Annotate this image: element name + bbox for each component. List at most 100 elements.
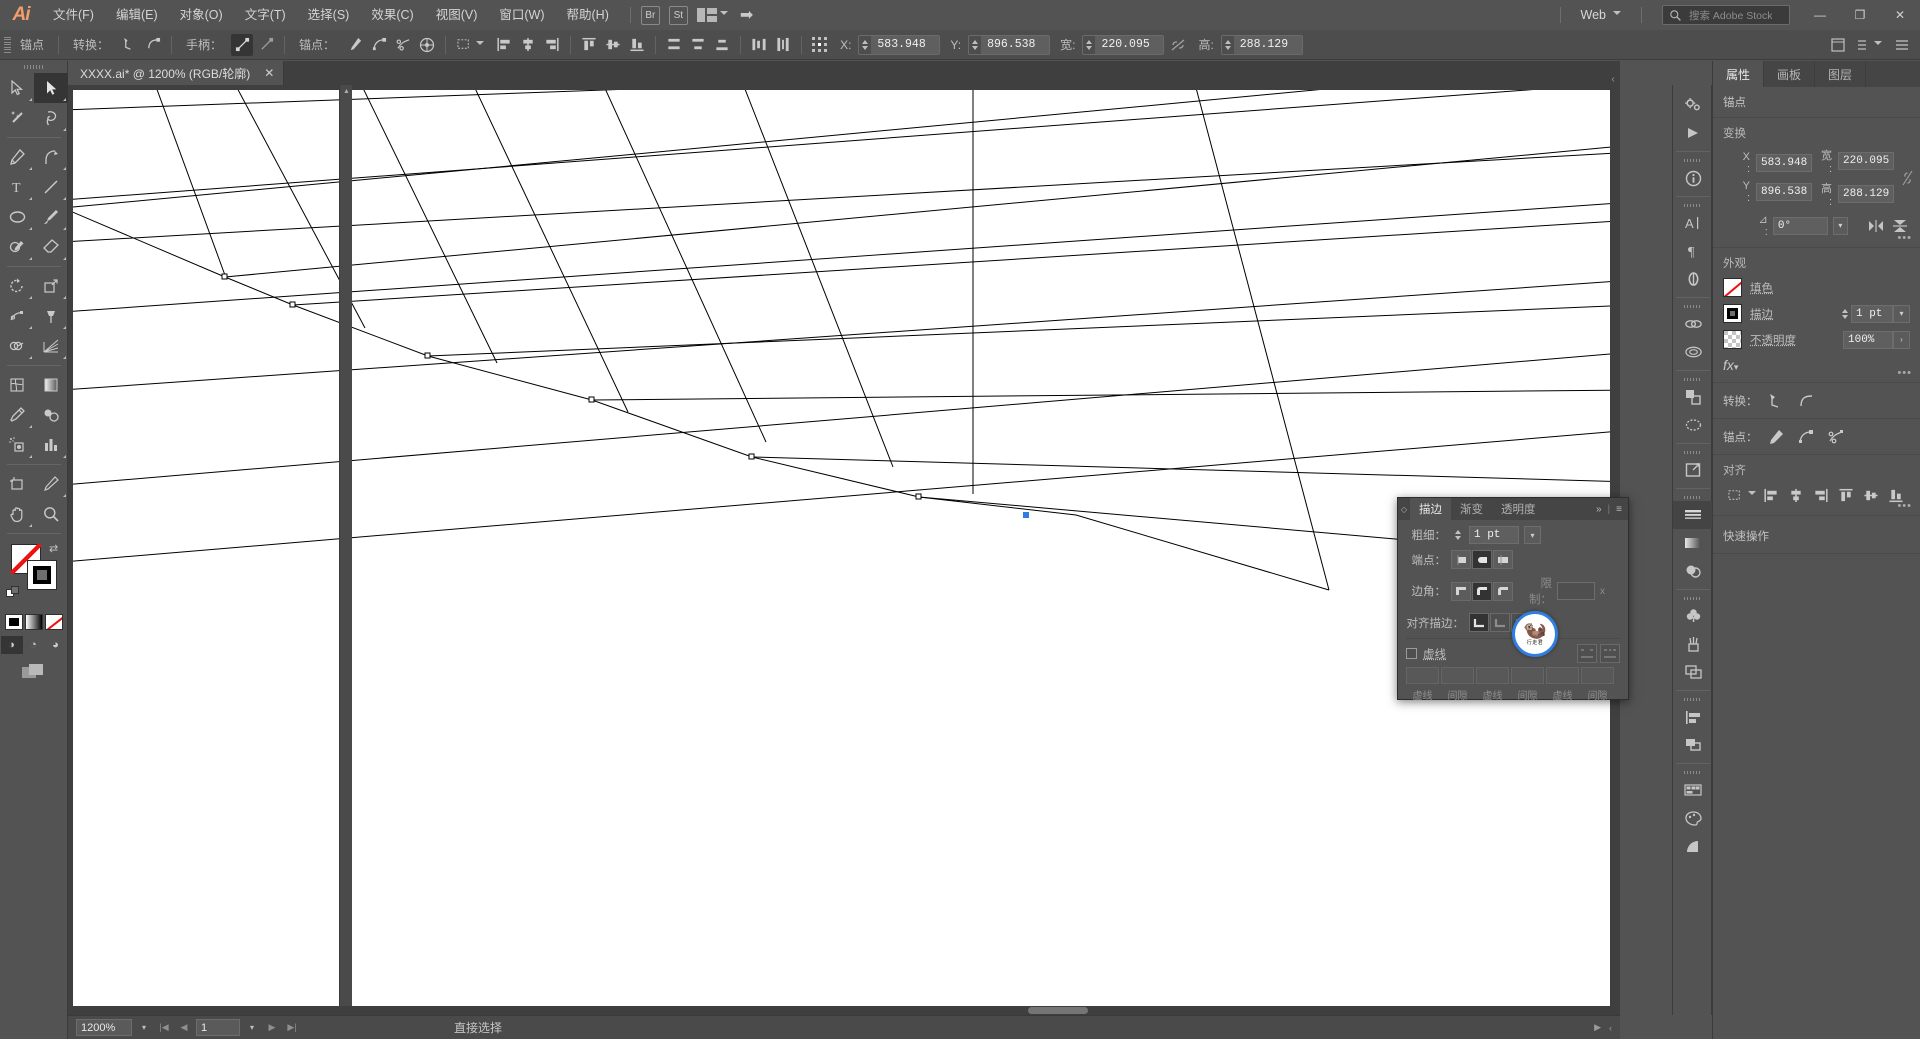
control-y-field[interactable]: 896.538 [968,34,1051,55]
control-panel-menu-button[interactable] [1891,34,1913,56]
distribute-top-button[interactable] [663,34,685,56]
convert-to-smooth-button[interactable] [142,34,164,56]
stroke-weight-stepper[interactable] [1451,530,1464,540]
document-setup-button[interactable] [1827,34,1849,56]
magic-wand-tool[interactable] [0,103,34,133]
align-more-options[interactable]: ••• [1897,500,1912,512]
panel-collapse-dot-icon[interactable]: ◇ [1398,505,1410,514]
restore-button[interactable]: ❐ [1840,0,1880,30]
arrange-chevron-icon[interactable] [1874,40,1882,49]
type-tool[interactable]: T [0,172,34,202]
links-icon[interactable] [1673,310,1713,338]
character-icon[interactable]: A [1673,209,1713,237]
menu-effect[interactable]: 效果(C) [360,0,424,30]
dash-field-3[interactable]: 虚线 [1546,667,1579,702]
control-height-value[interactable]: 288.129 [1233,35,1302,54]
align-left-button[interactable] [493,34,515,56]
arrange-chevron-down-icon[interactable] [719,11,728,19]
draw-inside-button[interactable]: ◕ [45,636,67,654]
align-top-button[interactable] [1834,484,1858,506]
align-right-button[interactable] [541,34,563,56]
dash-field-2[interactable]: 虚线 [1476,667,1509,702]
vertical-scrollbar[interactable]: ▲ ▼ [339,85,352,1015]
tab-scroll-icon[interactable]: ‹ [1606,74,1620,85]
first-artboard-icon[interactable]: |◀ [156,1019,172,1036]
hand-tool[interactable] [0,499,34,529]
opacity-field[interactable]: 100% › [1843,330,1910,349]
dash-input-3[interactable] [1546,667,1579,684]
mesh-tool[interactable] [0,370,34,400]
symbol-sprayer-tool[interactable] [0,430,34,460]
menu-window[interactable]: 窗口(W) [488,0,555,30]
zoom-level-input[interactable]: 1200% [76,1019,132,1036]
hide-handles-button[interactable] [255,34,277,56]
dock-grip[interactable] [1673,695,1711,703]
appearance-more-options[interactable]: ••• [1897,367,1912,379]
menu-edit[interactable]: 编辑(E) [105,0,169,30]
gap-input-1[interactable] [1441,667,1474,684]
distribute-v-spacing-button[interactable] [772,34,794,56]
control-x-value[interactable]: 583.948 [871,35,940,54]
horizontal-scrollbar[interactable] [68,1006,1620,1015]
dash-input-1[interactable] [1406,667,1439,684]
stroke-label[interactable]: 描边 [1750,306,1794,322]
fx-button[interactable]: fx▾ [1723,357,1910,373]
align-stroke-center-button[interactable] [1469,613,1489,632]
last-artboard-icon[interactable]: ▶| [284,1019,300,1036]
projecting-cap-button[interactable] [1493,550,1513,569]
workspace-switcher[interactable]: Web [1571,0,1631,30]
gap-field-3[interactable]: 间隙 [1581,667,1614,702]
zoom-chevron-down-icon[interactable]: ▾ [136,1019,152,1036]
cut-path-button[interactable] [1824,426,1848,448]
close-button[interactable]: ✕ [1880,0,1920,30]
status-play-icon[interactable]: ▶ [1594,1022,1601,1033]
menu-file[interactable]: 文件(F) [42,0,105,30]
remove-anchor-point-button[interactable] [368,34,390,56]
zoom-tool[interactable] [34,499,68,529]
menu-help[interactable]: 帮助(H) [556,0,620,30]
panel-menu-icon[interactable]: ≡ [1616,504,1622,515]
shape-builder-tool[interactable] [0,331,34,361]
control-width-field[interactable]: 220.095 [1082,34,1165,55]
cut-path-button[interactable] [392,34,414,56]
isolate-selected-object-button[interactable] [416,34,438,56]
tools-panel-grip[interactable] [0,61,67,73]
collapse-panel-icon[interactable]: » [1596,504,1602,515]
none-button[interactable] [44,614,63,630]
menu-object[interactable]: 对象(O) [169,0,234,30]
show-handles-button[interactable] [231,33,254,56]
stroke-tab[interactable]: 描边 [1410,498,1451,520]
horizontal-scroll-thumb[interactable] [1028,1007,1088,1014]
add-anchor-point-button[interactable] [344,34,366,56]
bevel-join-button[interactable] [1493,581,1513,601]
align-center-horizontal-button[interactable] [1784,484,1808,506]
draw-normal-button[interactable]: ◑ [0,636,23,654]
menu-view[interactable]: 视图(V) [425,0,489,30]
dock-grip[interactable] [1673,375,1711,383]
convert-to-corner-button[interactable] [118,34,140,56]
properties-icon[interactable] [1673,91,1713,119]
stroke-swatch[interactable] [27,560,57,590]
gradient-button[interactable] [24,614,43,630]
x-stepper[interactable] [859,39,871,50]
previous-artboard-icon[interactable]: ◀ [176,1019,192,1036]
blend-tool[interactable] [34,400,68,430]
reference-point-selector[interactable] [809,34,831,56]
selection-tool[interactable] [0,73,34,103]
symbols-icon[interactable] [1673,602,1713,630]
distribute-center-v-button[interactable] [687,34,709,56]
flip-horizontal-button[interactable] [1867,216,1886,236]
swap-fill-stroke-icon[interactable]: ⇄ [49,542,61,555]
swatches-icon[interactable] [1673,776,1713,804]
next-artboard-icon[interactable]: ▶ [264,1019,280,1036]
dashed-line-checkbox-row[interactable]: 虚线 [1406,644,1620,663]
opentype-icon[interactable] [1673,265,1713,293]
width-tool[interactable] [0,301,34,331]
artboard-tool[interactable] [0,469,34,499]
align-middle-button[interactable] [602,34,624,56]
angle-chevron-down-icon[interactable]: ▾ [1832,216,1848,235]
draw-behind-button[interactable]: ◔ [23,636,45,654]
opacity-expand-icon[interactable]: › [1893,330,1910,349]
align-chevron-down-icon[interactable] [476,40,485,49]
shaper-tool[interactable] [0,232,34,262]
